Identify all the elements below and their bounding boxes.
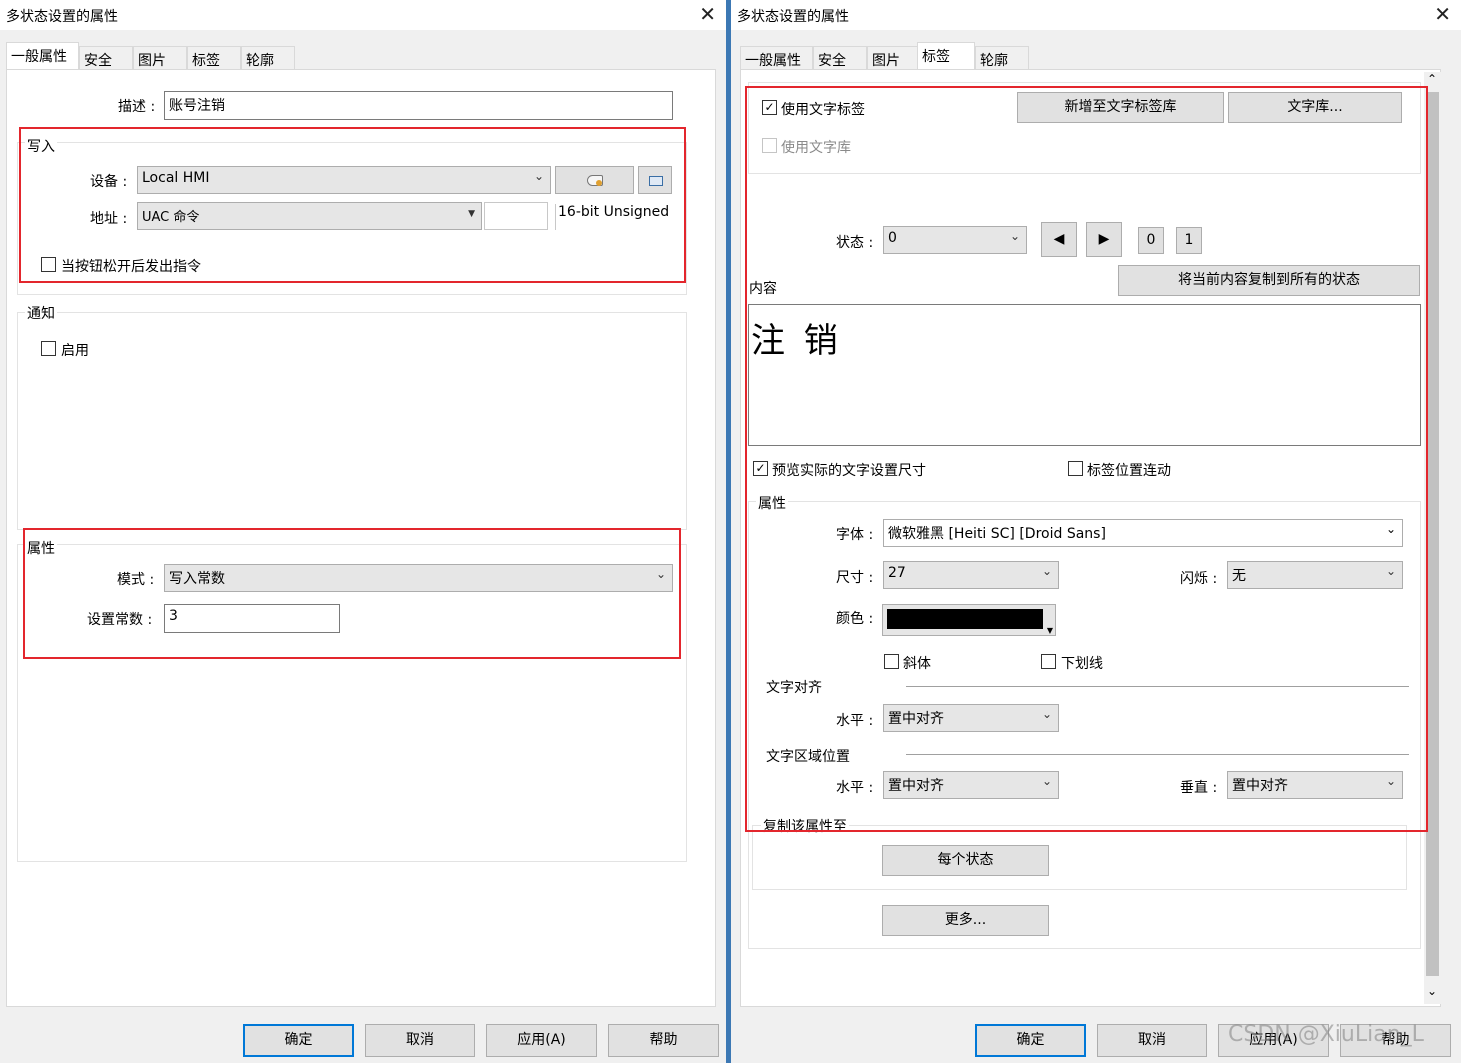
ok-button[interactable]: 确定 xyxy=(243,1024,354,1057)
highlight-box-label xyxy=(745,86,1428,832)
tab-label[interactable]: 标签 xyxy=(917,42,975,70)
close-icon[interactable]: ✕ xyxy=(699,2,716,26)
desc-input[interactable]: 账号注销 xyxy=(164,91,673,120)
notify-enable-label: 启用 xyxy=(61,343,89,359)
highlight-box-write xyxy=(19,127,686,283)
scroll-down-icon[interactable]: ⌄ xyxy=(1427,984,1437,998)
tab-picture[interactable]: 图片 xyxy=(867,46,921,70)
notify-enable-checkbox[interactable] xyxy=(41,341,56,356)
tab-general[interactable]: 一般属性 xyxy=(740,46,813,70)
left-titlebar: 多状态设置的属性 ✕ xyxy=(0,0,726,30)
cancel-button[interactable]: 取消 xyxy=(1097,1024,1207,1057)
right-dialog: 多状态设置的属性 ✕ 一般属性 安全 图片 标签 轮廓 ⌃ ⌄ ✓ 使用文字标签… xyxy=(731,0,1461,1063)
cancel-button[interactable]: 取消 xyxy=(365,1024,475,1057)
tab-label[interactable]: 标签 xyxy=(187,46,241,70)
tab-security[interactable]: 安全 xyxy=(79,46,133,70)
help-button[interactable]: 帮助 xyxy=(608,1024,719,1057)
more-button[interactable]: 更多... xyxy=(882,905,1049,936)
tab-outline[interactable]: 轮廓 xyxy=(975,46,1029,70)
apply-button[interactable]: 应用(A) xyxy=(486,1024,597,1057)
ok-button[interactable]: 确定 xyxy=(975,1024,1086,1057)
tab-general[interactable]: 一般属性 xyxy=(6,42,79,70)
left-dialog-title: 多状态设置的属性 xyxy=(6,9,118,25)
tab-picture[interactable]: 图片 xyxy=(133,46,187,70)
left-dialog: 多状态设置的属性 ✕ 一般属性 安全 图片 标签 轮廓 描述 : 账号注销 写入… xyxy=(0,0,726,1063)
each-state-button[interactable]: 每个状态 xyxy=(882,845,1049,876)
right-dialog-title: 多状态设置的属性 xyxy=(737,9,849,25)
tab-outline[interactable]: 轮廓 xyxy=(241,46,295,70)
close-icon[interactable]: ✕ xyxy=(1434,2,1451,26)
scroll-up-icon[interactable]: ⌃ xyxy=(1427,72,1437,86)
tab-security[interactable]: 安全 xyxy=(813,46,867,70)
notify-legend: 通知 xyxy=(25,303,57,323)
copy-attr-group xyxy=(752,825,1407,890)
watermark: CSDN @XiuLian_L xyxy=(1228,1022,1424,1047)
desc-label: 描述 : xyxy=(118,99,156,115)
highlight-box-attr xyxy=(23,528,681,659)
right-titlebar: 多状态设置的属性 ✕ xyxy=(731,0,1461,30)
notify-group xyxy=(17,312,687,530)
